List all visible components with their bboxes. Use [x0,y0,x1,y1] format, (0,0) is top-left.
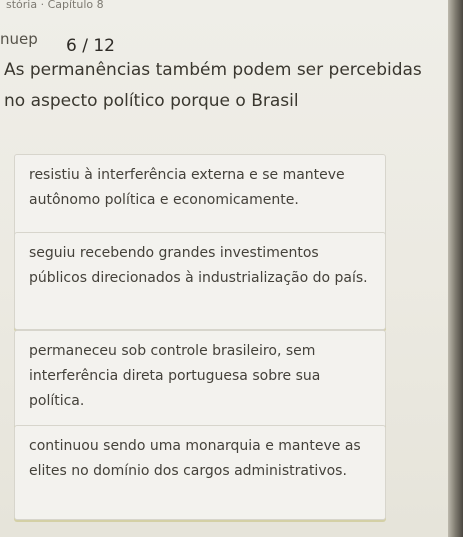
answer-option-4[interactable]: continuou sendo uma monarquia e manteve … [14,425,386,520]
answer-option-2-text: seguiu recebendo grandes investimentos p… [29,245,368,286]
question-text: As permanências também podem ser percebi… [4,60,422,111]
answer-option-3-text: permaneceu sob controle brasileiro, sem … [29,343,321,409]
answer-option-3[interactable]: permaneceu sob controle brasileiro, sem … [14,330,386,428]
app-label: nuep [0,30,38,48]
answer-option-2[interactable]: seguiu recebendo grandes investimentos p… [14,232,386,330]
question-progress: 6 / 12 [66,36,115,56]
breadcrumb: stória · Capítulo 8 [6,0,104,10]
answer-option-1[interactable]: resistiu à interferência externa e se ma… [14,154,386,244]
quiz-screen: stória · Capítulo 8 nuep 6 / 12 As perma… [0,0,448,537]
answer-option-4-text: continuou sendo uma monarquia e manteve … [29,438,361,479]
answer-option-1-text: resistiu à interferência externa e se ma… [29,167,345,208]
device-bezel [448,0,463,537]
